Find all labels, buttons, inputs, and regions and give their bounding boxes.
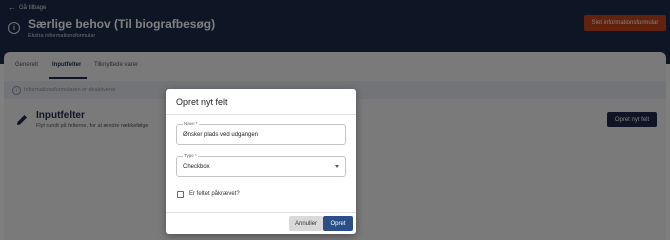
name-field-value: Ønsker plads ved udgangen bbox=[183, 132, 259, 138]
required-checkbox-label: Er feltet påkrævet? bbox=[189, 191, 240, 197]
name-field-label: Navn * bbox=[183, 121, 199, 126]
type-select-value: Checkbox bbox=[183, 164, 210, 170]
type-select[interactable]: Type * Checkbox bbox=[176, 153, 346, 177]
caret-down-icon bbox=[335, 165, 339, 168]
dialog-title: Opret nyt felt bbox=[176, 97, 228, 107]
cancel-button[interactable]: Annuller bbox=[289, 216, 323, 231]
submit-button[interactable]: Opret bbox=[323, 216, 353, 231]
type-select-label: Type * bbox=[183, 153, 198, 158]
required-checkbox[interactable] bbox=[177, 191, 184, 198]
create-field-dialog: Opret nyt felt Navn * Ønsker plads ved u… bbox=[166, 89, 356, 234]
name-field[interactable]: Navn * Ønsker plads ved udgangen bbox=[176, 121, 346, 145]
dialog-footer-divider bbox=[166, 212, 356, 213]
dialog-divider bbox=[166, 114, 356, 115]
